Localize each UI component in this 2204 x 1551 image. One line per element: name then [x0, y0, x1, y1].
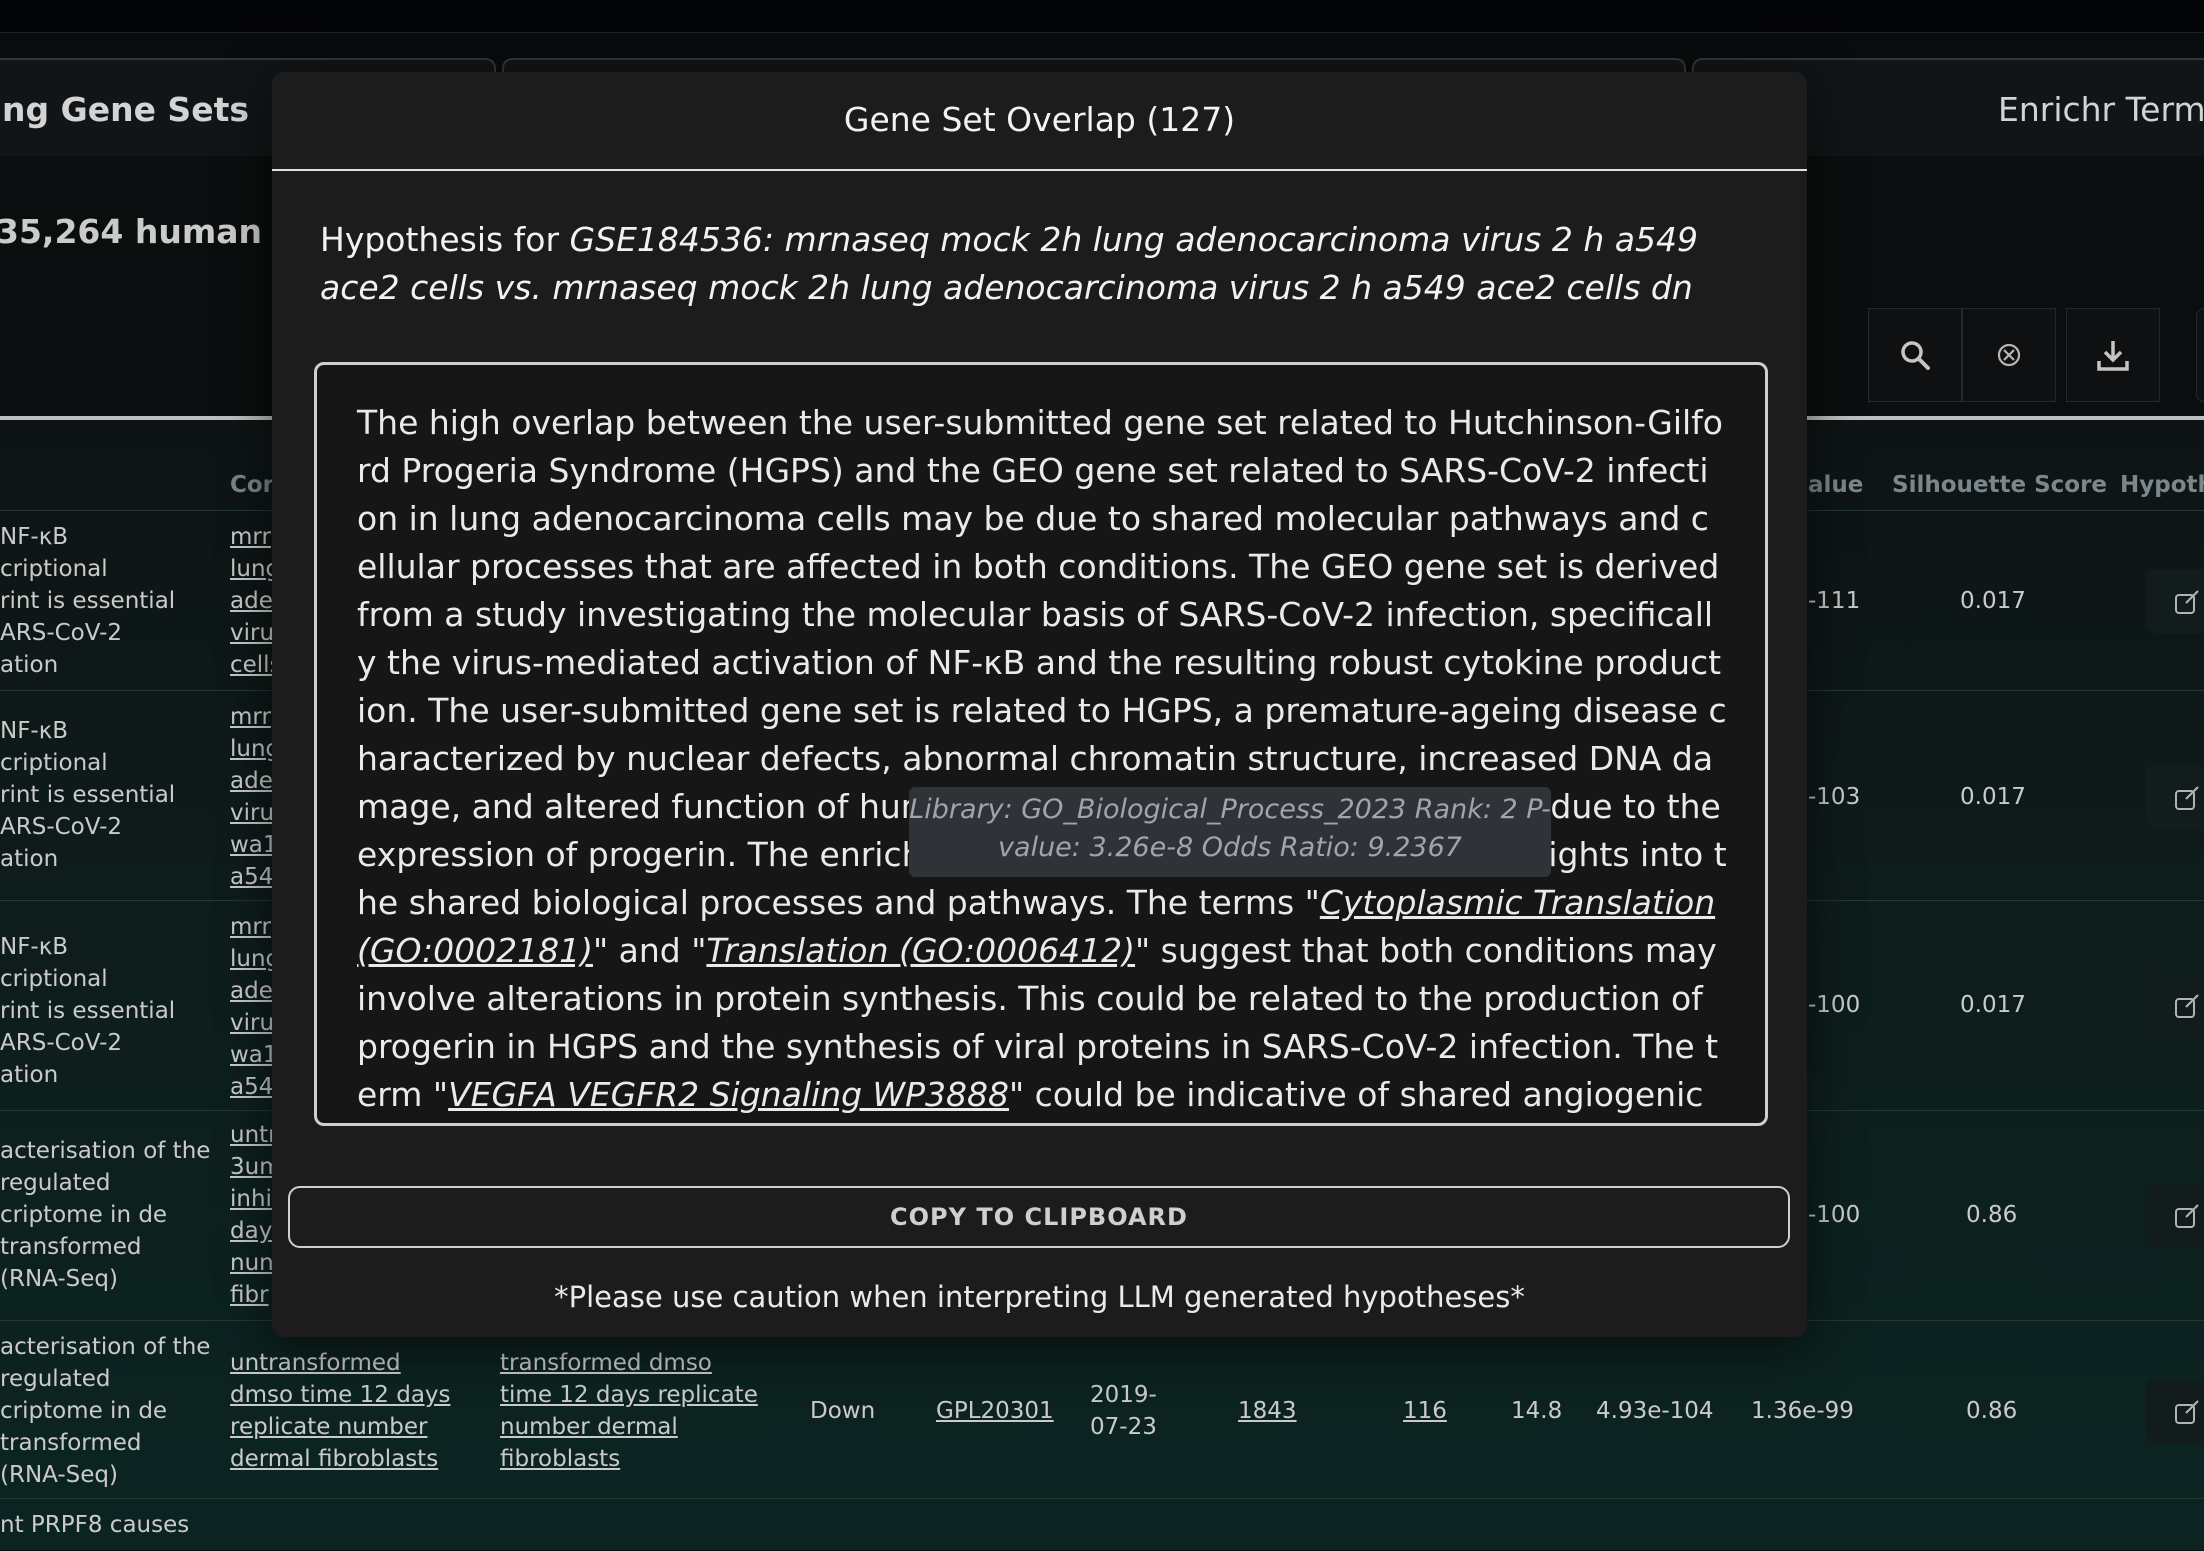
- hypothesis-heading: Hypothesis for GSE184536: mrnaseq mock 2…: [320, 220, 1698, 307]
- term-tooltip: Library: GO_Biological_Process_2023 Rank…: [909, 787, 1551, 877]
- caution-note: *Please use caution when interpreting LL…: [554, 1280, 1525, 1314]
- hypothesis-text: The high overlap between the user-submit…: [357, 403, 1727, 1114]
- gene-set-overlap-modal: Gene Set Overlap (127) Hypothesis for GS…: [272, 72, 1807, 1337]
- copy-to-clipboard-button[interactable]: COPY TO CLIPBOARD: [288, 1186, 1790, 1248]
- modal-title: Gene Set Overlap (127): [843, 100, 1236, 139]
- enriched-term-link[interactable]: Translation (GO:0006412): [706, 931, 1135, 970]
- enriched-term-link[interactable]: VEGFA VEGFR2 Signaling WP3888: [448, 1075, 1009, 1114]
- modal-divider: [272, 169, 1807, 171]
- hypothesis-text-box[interactable]: The high overlap between the user-submit…: [314, 362, 1768, 1126]
